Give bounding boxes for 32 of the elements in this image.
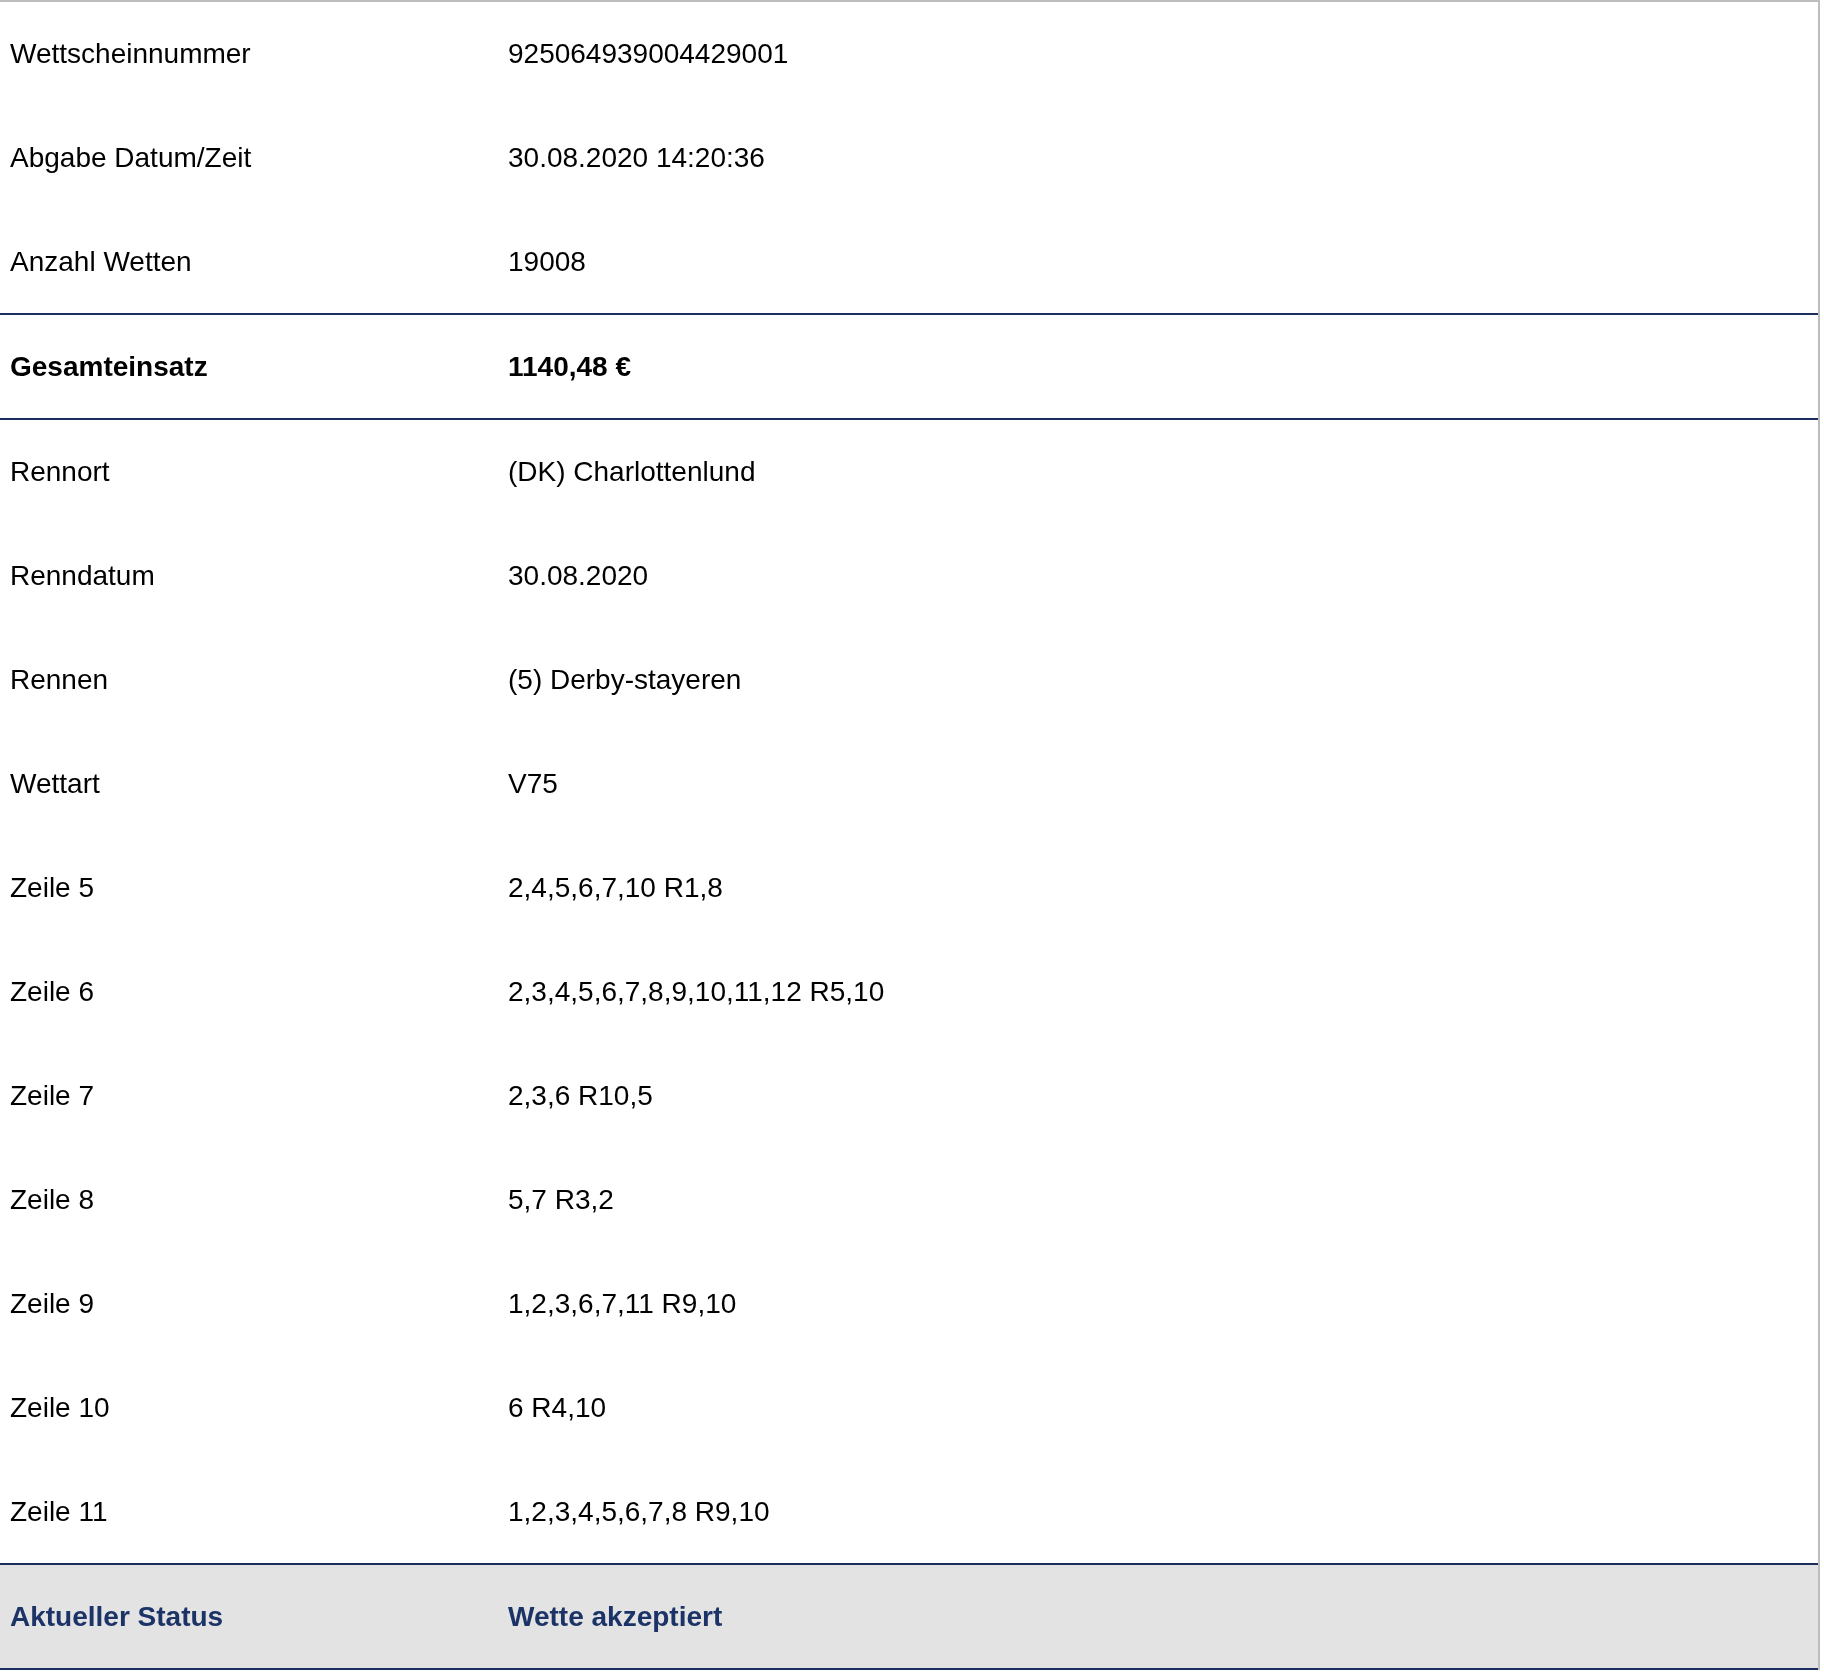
row-label: Rennen (10, 664, 109, 696)
row-label: Aktueller Status (10, 1600, 224, 1633)
row-label: Abgabe Datum/Zeit (10, 142, 252, 174)
row-label: Zeile 9 (10, 1288, 95, 1320)
row-value: (DK) Charlottenlund (508, 456, 756, 488)
row-value: (5) Derby-stayeren (508, 664, 742, 696)
row-label: Zeile 6 (10, 976, 95, 1008)
row-label: Rennort (10, 456, 110, 488)
row-value: 30.08.2020 14:20:36 (508, 142, 765, 174)
row-label: Renndatum (10, 560, 155, 592)
row-value: V75 (508, 768, 558, 800)
row-value: 1140,48 € (508, 350, 632, 383)
row-value: 2,3,6 R10,5 (508, 1080, 653, 1112)
row-value: 6 R4,10 (508, 1392, 607, 1424)
row-label: Zeile 8 (10, 1184, 95, 1216)
row-value: 5,7 R3,2 (508, 1184, 614, 1216)
row-label: Wettart (10, 768, 100, 800)
row-label: Anzahl Wetten (10, 246, 192, 278)
row-value: Wette akzeptiert (508, 1600, 723, 1633)
row-label: Zeile 10 (10, 1392, 110, 1424)
row-value: 1,2,3,6,7,11 R9,10 (508, 1288, 737, 1320)
row-value: 30.08.2020 (508, 560, 649, 592)
row-label: Gesamteinsatz (10, 350, 208, 383)
row-value: 925064939004429001 (508, 38, 789, 70)
row-label: Zeile 11 (10, 1496, 108, 1528)
row-value: 2,3,4,5,6,7,8,9,10,11,12 R5,10 (508, 976, 885, 1008)
row-value: 2,4,5,6,7,10 R1,8 (508, 872, 723, 904)
row-label: Zeile 7 (10, 1080, 95, 1112)
row-value: 19008 (508, 246, 586, 278)
row-label: Wettscheinnummer (10, 38, 251, 70)
row-label: Zeile 5 (10, 872, 95, 904)
row-value: 1,2,3,4,5,6,7,8 R9,10 (508, 1496, 770, 1528)
